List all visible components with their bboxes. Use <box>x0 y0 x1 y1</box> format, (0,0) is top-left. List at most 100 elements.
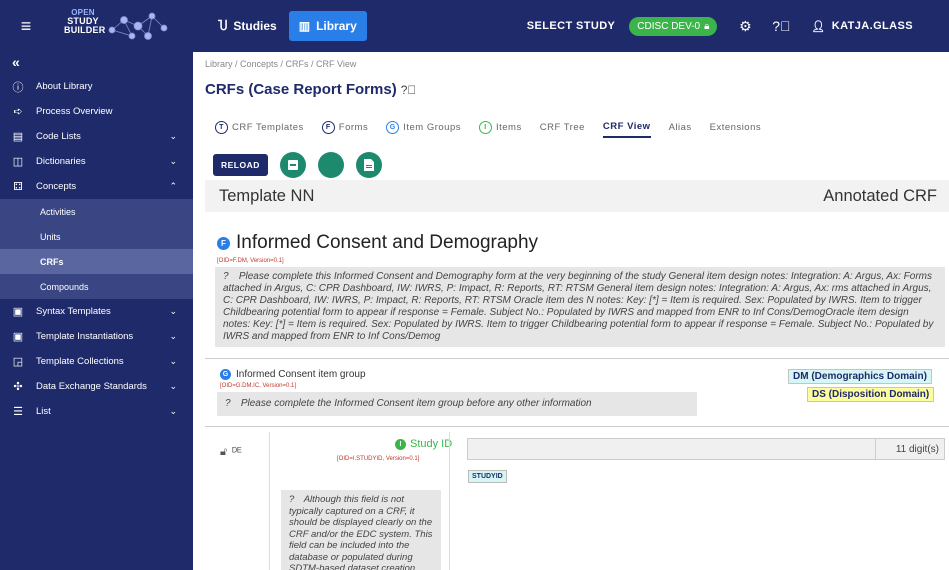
form-icon: F <box>217 236 230 250</box>
item-note-text: Although this field is not typically cap… <box>289 494 433 570</box>
sidebar-item-code-lists[interactable]: ▤ Code Lists ⌄ <box>0 124 193 149</box>
document-icon <box>363 159 374 171</box>
chevron-down-icon[interactable]: ⌄ <box>169 356 177 367</box>
instance-icon: ▣ <box>12 331 24 343</box>
tab-label: Items <box>496 121 522 133</box>
sidebar-item-concepts[interactable]: ⚃ Concepts ⌃ <box>0 174 193 199</box>
sidebar-item-label: Code Lists <box>36 131 81 142</box>
nav-studies[interactable]: Ⴎ Studies <box>210 10 285 42</box>
info-icon: ⓘ <box>12 81 24 94</box>
sidebar-subitem-activities[interactable]: Activities <box>0 199 193 224</box>
toolbar: RELOAD <box>213 152 382 178</box>
sidebar-item-about-library[interactable]: ⓘ About Library <box>0 74 193 99</box>
sidebar-subitem-units[interactable]: Units <box>0 224 193 249</box>
item-flags: 🔓︎ ᴰᴱ <box>220 446 242 459</box>
sidebar-item-label: Process Overview <box>36 106 113 117</box>
chevron-down-icon[interactable]: ⌄ <box>169 156 177 167</box>
template-icon: ▣ <box>12 306 24 318</box>
divider <box>269 432 270 570</box>
current-study-label: CDISC DEV-0 <box>637 20 701 32</box>
chevron-down-icon[interactable]: ⌄ <box>169 331 177 342</box>
select-study-button[interactable]: SELECT STUDY <box>527 20 616 32</box>
crf-header: Template NN Annotated CRF <box>205 180 949 212</box>
lock-open-icon: 🔓︎ <box>220 446 228 458</box>
sidebar-item-template-instantiations[interactable]: ▣ Template Instantiations ⌄ <box>0 324 193 349</box>
sidebar-item-label: Concepts <box>36 181 77 192</box>
tab-type-icon: T <box>215 120 228 134</box>
sidebar-subitem-compounds[interactable]: Compounds <box>0 274 193 299</box>
sidebar-item-syntax-templates[interactable]: ▣ Syntax Templates ⌄ <box>0 299 193 324</box>
help-circle-icon: ?⃝ <box>289 494 304 505</box>
item-group-title-text: Informed Consent item group <box>236 369 366 380</box>
collapse-sidebar-icon[interactable]: « <box>0 52 193 74</box>
help-circle-icon[interactable]: ?⃝ <box>401 83 417 97</box>
reload-button[interactable]: RELOAD <box>213 154 268 176</box>
item-group-note: ?⃝ Please complete the Informed Consent … <box>217 392 697 416</box>
tab-forms[interactable]: F Forms <box>321 116 369 138</box>
help-icon[interactable]: ?⃝ <box>767 18 795 34</box>
sidebar-item-dictionaries[interactable]: ◫ Dictionaries ⌄ <box>0 149 193 174</box>
action-button[interactable] <box>317 152 344 178</box>
export-xml-button[interactable] <box>279 152 306 178</box>
tab-alias[interactable]: Alias <box>669 116 692 138</box>
digits-label: 11 digit(s) <box>875 438 945 460</box>
tab-crf-tree[interactable]: CRF Tree <box>540 116 585 138</box>
sidebar-item-data-exchange-standards[interactable]: ✣ Data Exchange Standards ⌄ <box>0 374 193 399</box>
study-id-input[interactable] <box>467 438 945 460</box>
item-note: ?⃝ Although this field is not typically … <box>281 490 441 570</box>
current-study-badge[interactable]: CDISC DEV-0 🔒︎ <box>629 16 718 36</box>
logo-network-graphic <box>108 12 168 40</box>
sidebar-item-process-overview[interactable]: ➪ Process Overview <box>0 99 193 124</box>
tab-crf-templates[interactable]: T CRF Templates <box>215 116 304 138</box>
help-circle-icon: ?⃝ <box>225 398 241 409</box>
list-box-icon: ▤ <box>12 131 24 143</box>
item-group-note-text: Please complete the Informed Consent ite… <box>240 398 592 409</box>
help-circle-icon: ?⃝ <box>223 271 239 282</box>
export-pdf-button[interactable] <box>355 152 382 178</box>
sidebar-item-template-collections[interactable]: ◲ Template Collections ⌄ <box>0 349 193 374</box>
main-content: Library / Concepts / CRFs / CRF View CRF… <box>193 52 949 570</box>
sidebar: « ⓘ About Library ➪ Process Overview ▤ Code L… <box>0 52 193 570</box>
sidebar-subitem-crfs[interactable]: CRFs <box>0 249 193 274</box>
menu-icon[interactable]: ≡ <box>12 16 40 37</box>
annotated-crf-label: Annotated CRF <box>823 186 937 205</box>
item-icon: I <box>395 438 406 450</box>
sidebar-item-label: List <box>36 406 51 417</box>
sidebar-item-label: Dictionaries <box>36 156 86 167</box>
divider <box>205 426 949 427</box>
sidebar-item-label: Syntax Templates <box>36 306 111 317</box>
settings-icon[interactable]: ⚙ <box>731 18 759 35</box>
sidebar-item-label: Data Exchange Standards <box>36 381 147 392</box>
exchange-icon: ✣ <box>13 381 23 393</box>
sidebar-item-label: About Library <box>36 81 93 92</box>
tab-type-icon: F <box>321 120 335 134</box>
divider <box>449 432 450 570</box>
tab-label: Forms <box>338 121 369 133</box>
item-label: I Study ID <box>395 438 452 450</box>
chevron-down-icon[interactable]: ⌄ <box>169 381 177 392</box>
chevron-down-icon[interactable]: ⌄ <box>169 406 177 417</box>
sidebar-item-list[interactable]: ☰ List ⌄ <box>0 399 193 424</box>
chevron-down-icon[interactable]: ⌄ <box>169 131 177 142</box>
hierarchy-icon: ⚃ <box>13 181 23 193</box>
ds-domain-badge: DS (Disposition Domain) <box>807 387 935 402</box>
tab-items[interactable]: I Items <box>479 116 522 138</box>
user-menu[interactable]: 👤︎ KATJA.GLASS <box>811 20 913 33</box>
studies-icon: Ⴎ <box>218 19 228 33</box>
nav-studies-label: Studies <box>233 19 277 33</box>
tab-crf-view[interactable]: CRF View <box>602 116 651 138</box>
logo-text: OPEN STUDY BUILDER <box>64 8 106 35</box>
page-title-text: CRFs (Case Report Forms) <box>205 81 397 98</box>
chevron-up-icon[interactable]: ⌃ <box>169 181 177 192</box>
chevron-down-icon[interactable]: ⌄ <box>169 306 177 317</box>
lock-icon: 🔒︎ <box>704 20 710 32</box>
logo-line-3: BUILDER <box>64 25 106 35</box>
book-icon: ◫ <box>12 156 24 168</box>
app-logo[interactable]: OPEN STUDY BUILDER <box>54 4 194 48</box>
tab-item-groups[interactable]: G Item Groups <box>386 116 461 138</box>
tab-label: CRF View <box>602 120 651 132</box>
tab-extensions[interactable]: Extensions <box>710 116 761 138</box>
library-icon: ▥ <box>298 19 311 33</box>
nav-library[interactable]: ▥ Library <box>288 11 367 41</box>
top-bar: ≡ OPEN STUDY BUILDER Ⴎ Studies ▥ Library <box>0 0 949 52</box>
